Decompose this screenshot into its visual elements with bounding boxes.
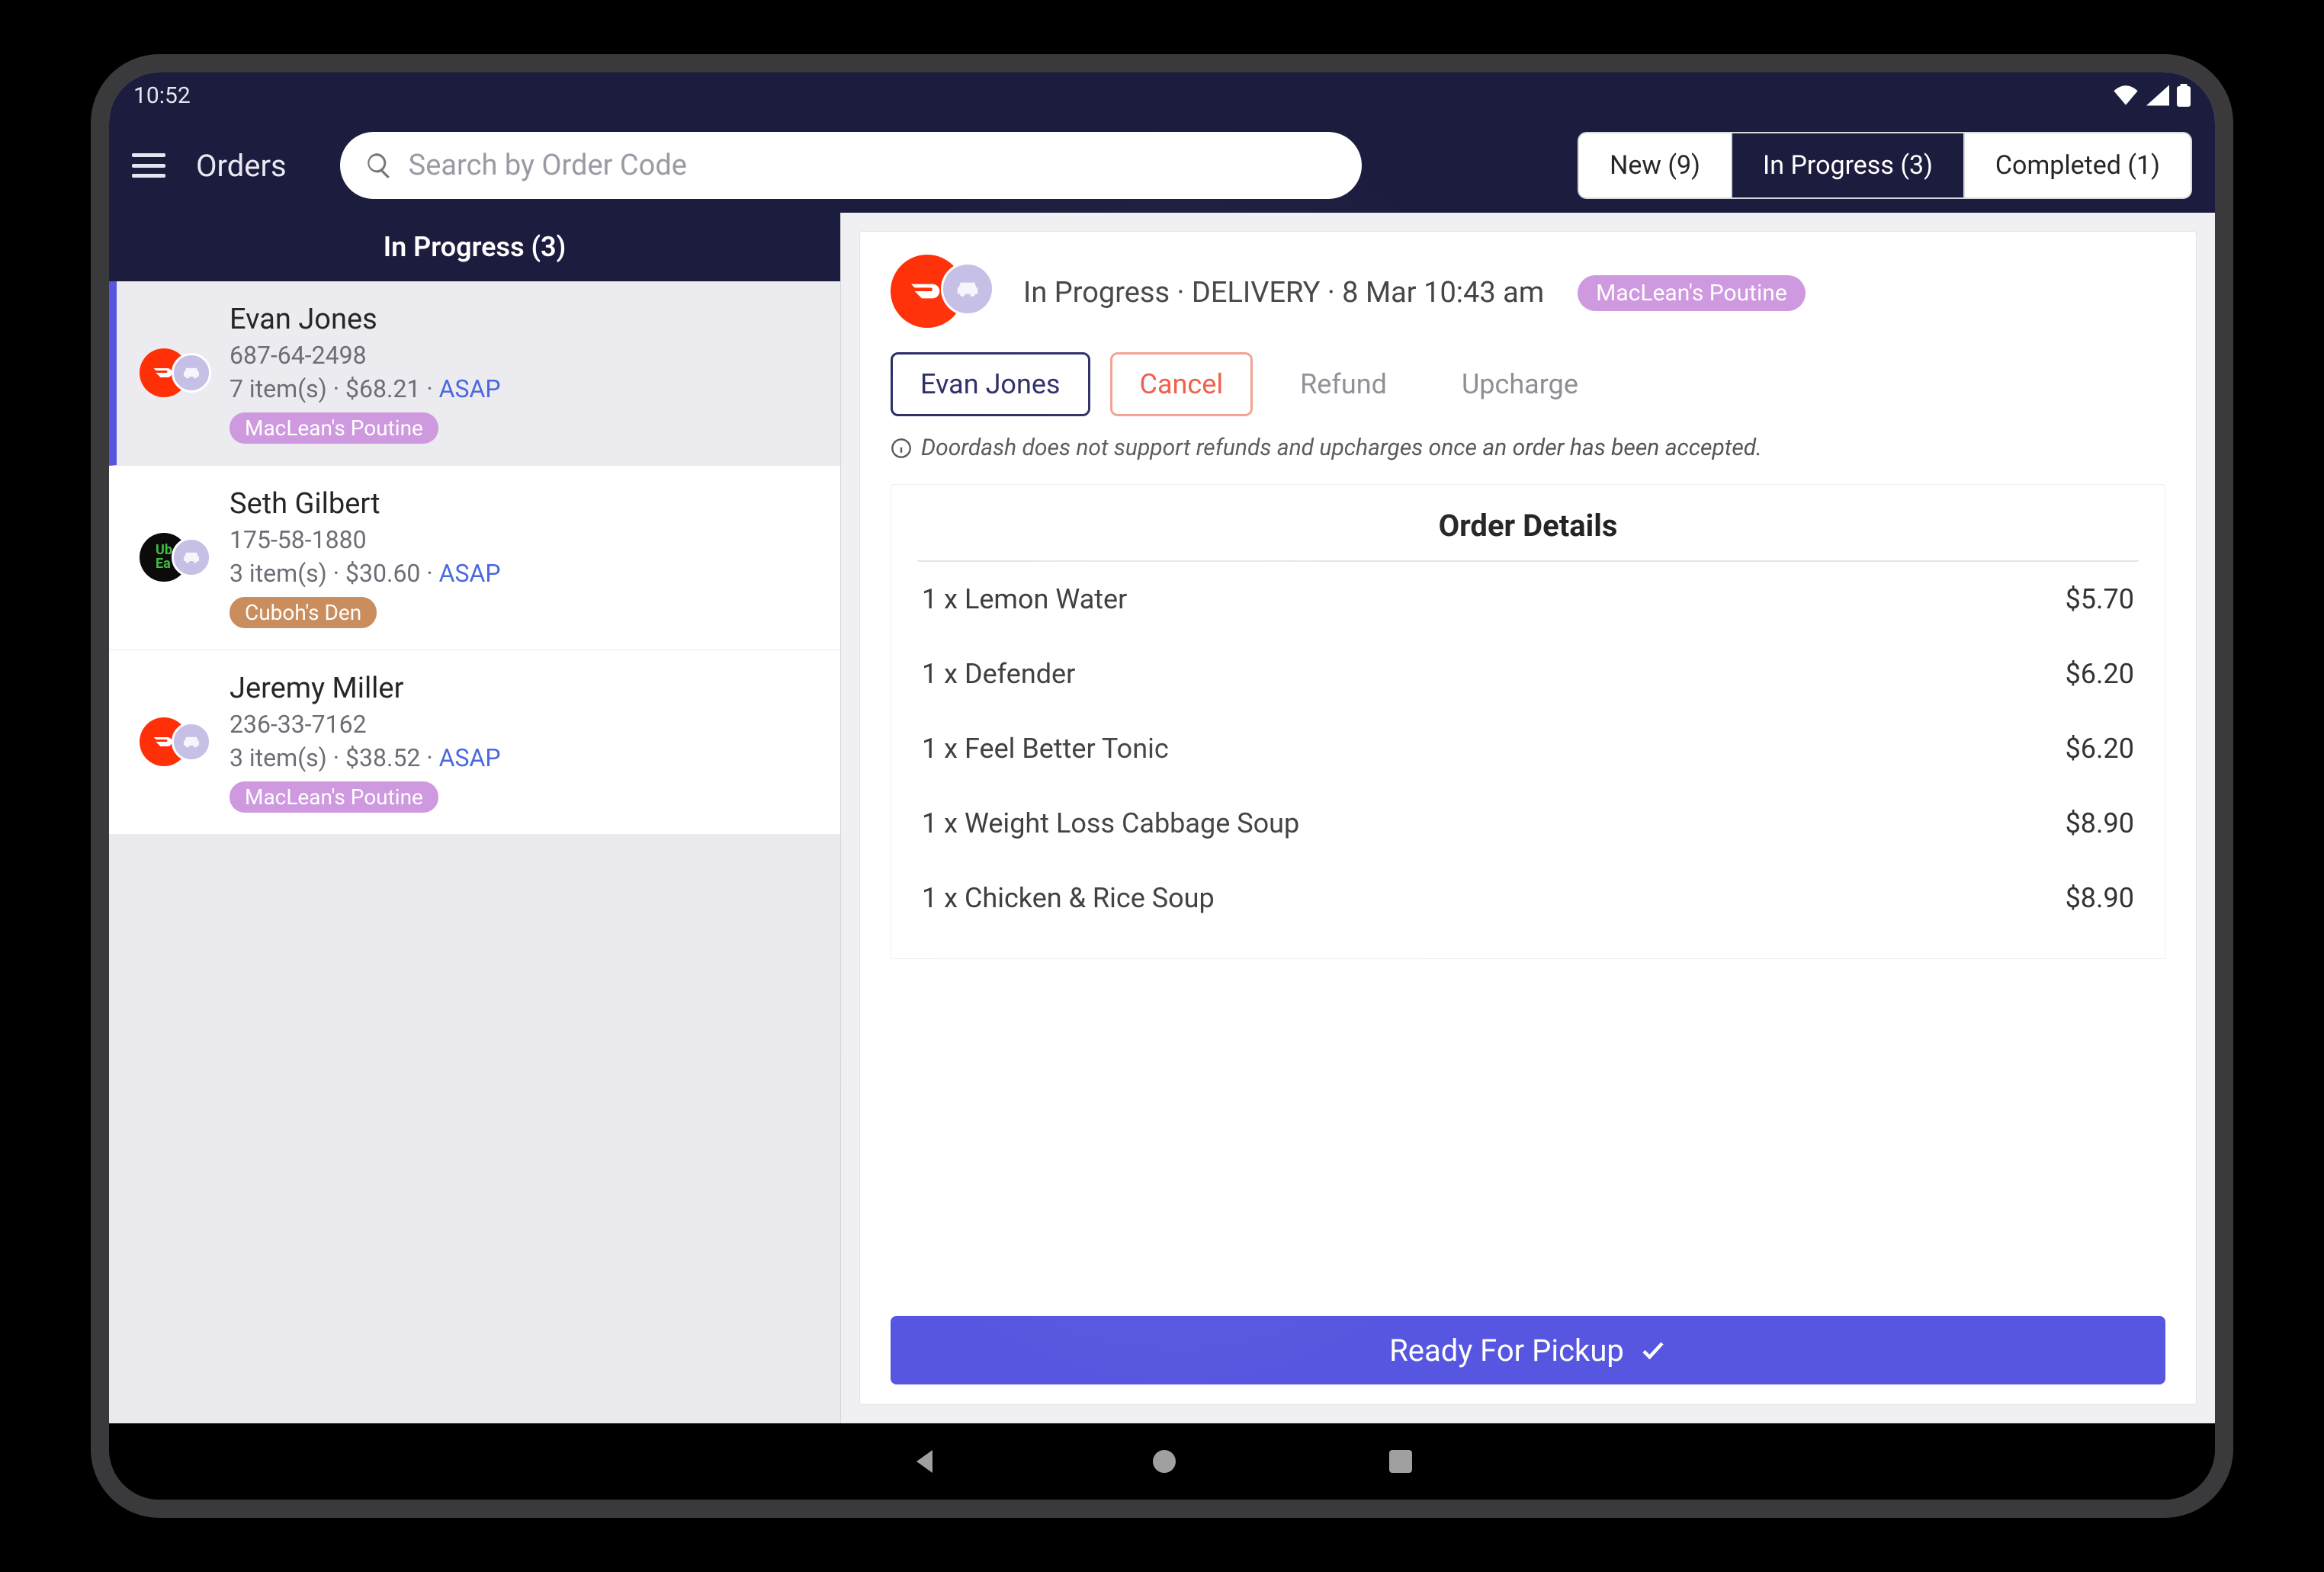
customer-button[interactable]: Evan Jones: [891, 352, 1090, 416]
order-summary: 3 item(s) · $38.52 · ASAP: [230, 743, 810, 772]
line-item: 1 x Feel Better Tonic $6.20: [917, 711, 2139, 786]
order-details-title: Order Details: [917, 508, 2139, 562]
page-title: Orders: [196, 148, 287, 184]
line-item-name: 1 x Chicken & Rice Soup: [922, 882, 1215, 914]
refund-button: Refund: [1273, 352, 1414, 416]
info-icon: [891, 438, 912, 459]
upcharge-button: Upcharge: [1434, 352, 1606, 416]
order-speed: ASAP: [439, 559, 501, 588]
line-item-price: $5.70: [2066, 583, 2134, 615]
status-bar: 10:52: [109, 72, 2215, 118]
tab-completed[interactable]: Completed (1): [1965, 133, 2191, 197]
order-summary: 3 item(s) · $30.60 · ASAP: [230, 559, 810, 588]
line-item-name: 1 x Defender: [922, 658, 1075, 690]
line-item-price: $8.90: [2066, 807, 2134, 839]
back-icon[interactable]: [912, 1448, 939, 1475]
signal-icon: [2146, 85, 2169, 106]
location-badge: MacLean's Poutine: [230, 781, 438, 813]
order-code: 175-58-1880: [230, 525, 810, 554]
line-item: 1 x Chicken & Rice Soup $8.90: [917, 861, 2139, 935]
ready-for-pickup-button[interactable]: Ready For Pickup: [891, 1316, 2165, 1384]
line-item: 1 x Weight Loss Cabbage Soup $8.90: [917, 786, 2139, 861]
recent-icon[interactable]: [1389, 1450, 1412, 1473]
location-badge: MacLean's Poutine: [1578, 275, 1806, 311]
line-item-price: $6.20: [2066, 658, 2134, 690]
order-speed: ASAP: [439, 743, 501, 772]
order-details-card: Order Details 1 x Lemon Water $5.70 1 x De…: [891, 484, 2165, 959]
line-item: 1 x Defender $6.20: [917, 637, 2139, 711]
check-icon: [1639, 1336, 1667, 1364]
status-tabs: New (9) In Progress (3) Completed (1): [1578, 132, 2192, 199]
status-icons: [2113, 84, 2191, 107]
menu-icon[interactable]: [132, 153, 165, 178]
ready-button-label: Ready For Pickup: [1389, 1333, 1624, 1368]
restriction-note: Doordash does not support refunds and up…: [891, 435, 2165, 461]
location-badge: Cuboh's Den: [230, 597, 377, 628]
order-card[interactable]: Evan Jones 687-64-2498 7 item(s) · $68.21 …: [109, 281, 840, 466]
home-icon[interactable]: [1153, 1450, 1176, 1473]
order-card[interactable]: UbEaSeth Gilbert175-58-18803 item(s) · $…: [109, 466, 840, 650]
app-header: Orders New (9) In Progress (3) Completed…: [109, 118, 2215, 213]
clock-text: 10:52: [133, 82, 191, 109]
delivery-car-icon: [172, 722, 211, 762]
system-nav-bar: [109, 1423, 2215, 1500]
line-item: 1 x Lemon Water $5.70: [917, 562, 2139, 637]
customer-name: Jeremy Miller: [230, 672, 810, 705]
customer-name: Seth Gilbert: [230, 487, 810, 521]
line-item-name: 1 x Weight Loss Cabbage Soup: [922, 807, 1299, 839]
sidebar-heading: In Progress (3): [109, 213, 840, 281]
order-speed: ASAP: [439, 374, 501, 403]
search-input[interactable]: [409, 149, 1337, 182]
order-detail-panel: In Progress · DELIVERY · 8 Mar 10:43 am …: [859, 231, 2197, 1405]
delivery-car-icon: [172, 353, 211, 393]
delivery-car-icon: [941, 262, 994, 316]
search-icon: [364, 151, 393, 180]
cancel-button[interactable]: Cancel: [1110, 352, 1253, 416]
line-item-name: 1 x Lemon Water: [922, 583, 1127, 615]
battery-icon: [2177, 84, 2191, 107]
order-status-line: In Progress · DELIVERY · 8 Mar 10:43 am: [1023, 276, 1544, 310]
line-item-name: 1 x Feel Better Tonic: [922, 733, 1169, 765]
tab-new[interactable]: New (9): [1579, 133, 1732, 197]
location-badge: MacLean's Poutine: [230, 412, 438, 444]
line-item-price: $6.20: [2066, 733, 2134, 765]
delivery-car-icon: [172, 537, 211, 577]
order-code: 687-64-2498: [230, 341, 810, 370]
search-bar[interactable]: [340, 132, 1362, 199]
wifi-icon: [2113, 85, 2139, 106]
tab-in-progress[interactable]: In Progress (3): [1732, 133, 1965, 197]
customer-name: Evan Jones: [230, 303, 810, 336]
order-code: 236-33-7162: [230, 710, 810, 739]
order-card[interactable]: Jeremy Miller 236-33-7162 3 item(s) · $38.…: [109, 650, 840, 835]
line-item-price: $8.90: [2066, 882, 2134, 914]
restriction-note-text: Doordash does not support refunds and up…: [921, 435, 1762, 461]
order-summary: 7 item(s) · $68.21 · ASAP: [230, 374, 810, 403]
orders-sidebar: In Progress (3) Evan Jones 687-64-2498 7 i…: [109, 213, 841, 1423]
